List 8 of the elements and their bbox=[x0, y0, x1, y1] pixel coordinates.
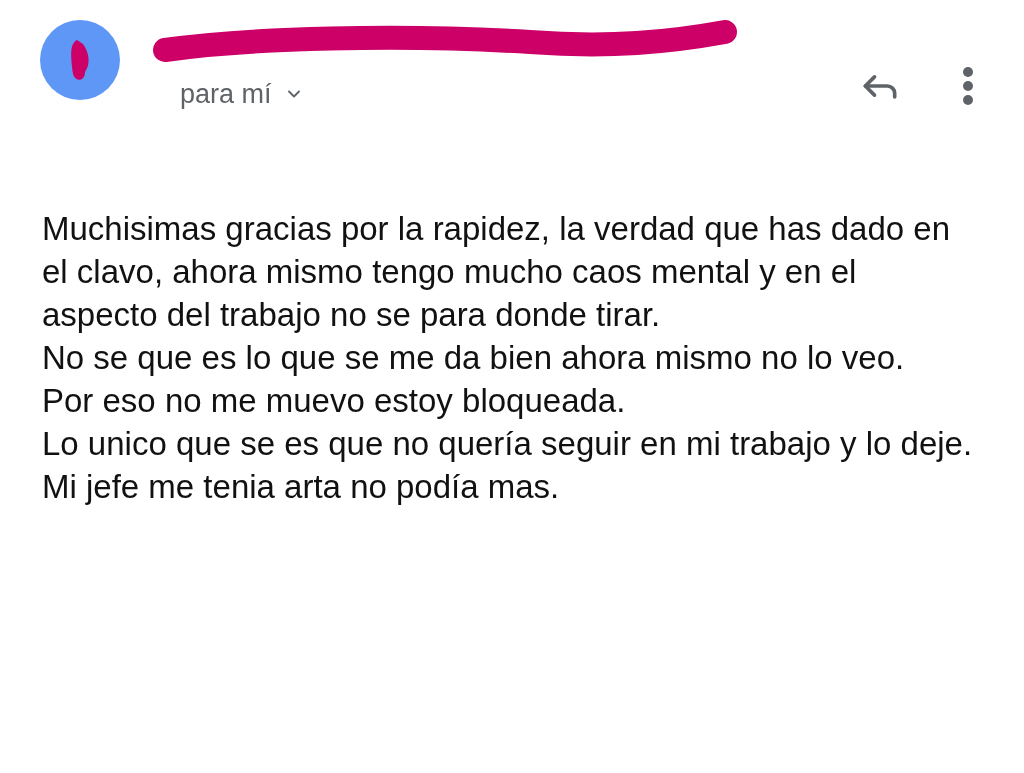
message-paragraph: Por eso no me muevo estoy bloqueada. bbox=[42, 380, 627, 421]
message-paragraph: Lo unico que se es que no quería seguir en mi trabajo y lo deje. bbox=[42, 423, 974, 464]
message-paragraph: No se que es lo que se me da bien ahora mismo no lo veo. bbox=[42, 337, 906, 378]
more-vertical-icon bbox=[962, 66, 974, 106]
more-options-button[interactable] bbox=[962, 66, 974, 106]
recipient-dropdown[interactable]: para mí bbox=[180, 74, 858, 115]
message-paragraph: Mi jefe me tenia arta no podía mas. bbox=[42, 466, 561, 507]
message-paragraph: Muchisimas gracias por la rapidez, la verdad que has dado en el clavo, ahora mismo tengo mucho caos mental y en el aspecto del trabajo no se para donde tirar. bbox=[42, 208, 951, 335]
